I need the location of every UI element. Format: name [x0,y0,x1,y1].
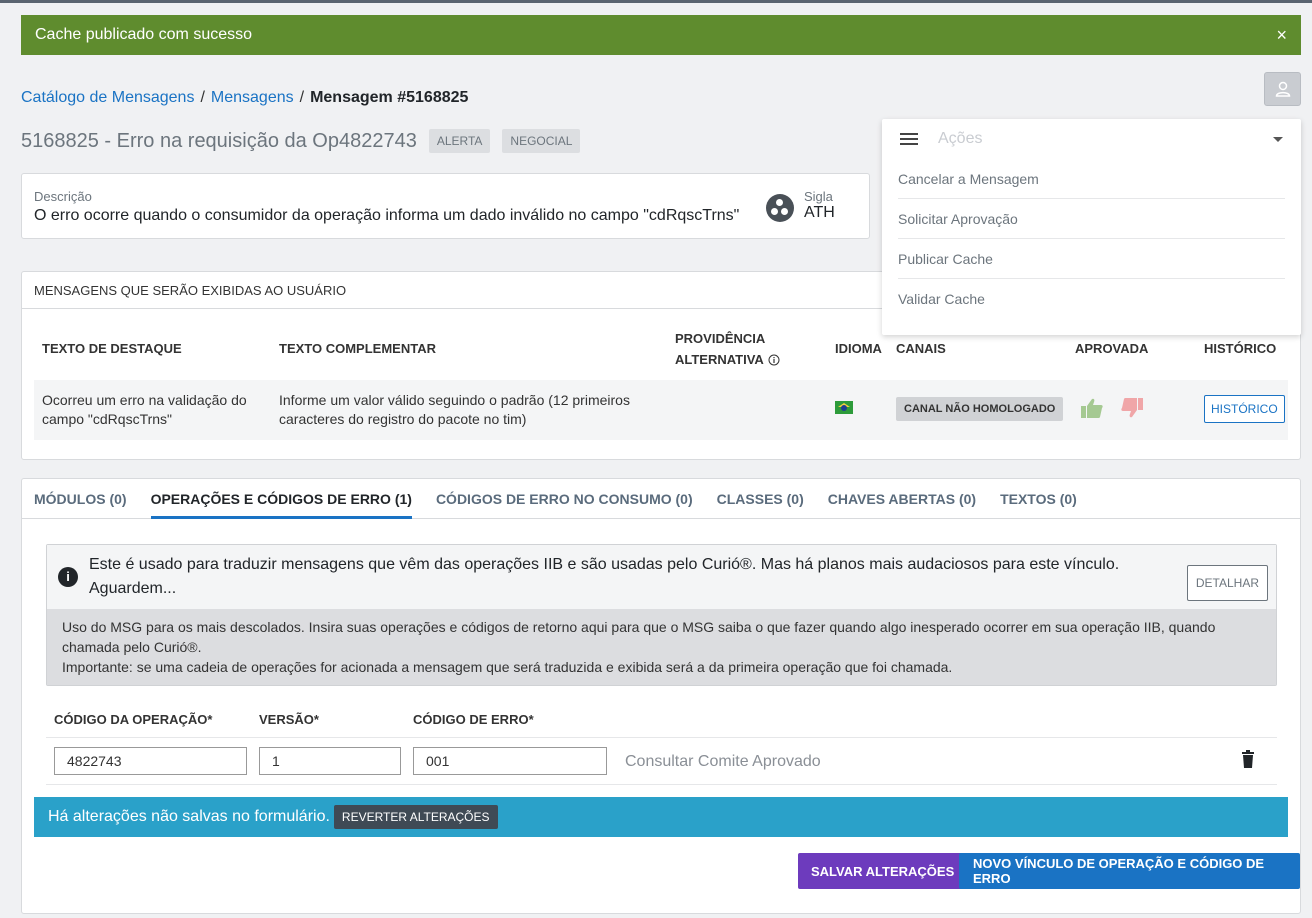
col-providencia-line1: PROVIDÊNCIA [675,331,766,346]
thumbs-down-icon[interactable] [1120,397,1144,419]
cell-destaque-line1: Ocorreu um erro na validação do [42,392,247,408]
cell-complementar-line1: Informe um valor válido seguindo o padrã… [279,392,630,408]
operation-row: 4822743 1 001 Consultar Comite Aprovado [46,737,1277,785]
col-codigo-erro: CÓDIGO DE ERRO* [413,712,534,727]
tab-classes[interactable]: CLASSES (0) [717,479,804,519]
caret-down-icon [1273,136,1283,142]
breadcrumb: Catálogo de Mensagens / Mensagens / Mens… [21,89,468,107]
info-details: Uso do MSG para os mais descolados. Insi… [47,609,1276,685]
unsaved-message: Há alterações não salvas no formulário. [48,808,330,825]
menu-icon [900,133,918,145]
col-canais: CANAIS [896,341,946,356]
page-title-row: 5168825 - Erro na requisição da Op482274… [21,129,581,153]
col-versao: VERSÃO* [259,712,319,727]
breadcrumb-current: Mensagem #5168825 [310,89,469,106]
cell-destaque-line2: campo "cdRqscTrns" [42,411,173,427]
action-cancelar[interactable]: Cancelar a Mensagem [898,159,1285,199]
actions-placeholder: Ações [938,130,983,147]
action-validar-cache[interactable]: Validar Cache [898,279,1285,319]
description-card: Descrição O erro ocorre quando o consumi… [21,173,870,239]
cell-complementar-line2: caracteres do registro do pacote no tim) [279,411,527,427]
actions-dropdown[interactable]: Ações Cancelar a Mensagem Solicitar Apro… [882,119,1301,335]
unsaved-changes-banner: Há alterações não salvas no formulário. … [34,797,1288,837]
page-title: 5168825 - Erro na requisição da Op482274… [21,129,417,152]
canal-badge: CANAL NÃO HOMOLOGADO [896,397,1064,421]
cell-complementar: Informe um valor válido seguindo o padrã… [279,391,630,429]
col-aprovada: APROVADA [1075,341,1149,356]
col-texto-destaque: TEXTO DE DESTAQUE [42,341,182,356]
breadcrumb-catalogo[interactable]: Catálogo de Mensagens [21,89,194,107]
consult-comite-text: Consultar Comite Aprovado [625,753,821,770]
tab-codigos-consumo[interactable]: CÓDIGOS DE ERRO NO CONSUMO (0) [436,479,693,519]
tab-modulos[interactable]: MÓDULOS (0) [34,479,127,519]
brazil-flag-icon [835,401,853,414]
tab-chaves-abertas[interactable]: CHAVES ABERTAS (0) [828,479,976,519]
tabs-card: MÓDULOS (0) OPERAÇÕES E CÓDIGOS DE ERRO … [21,478,1301,914]
info-body-line3: Importante: se uma cadeia de operações f… [62,659,953,675]
close-icon[interactable]: × [1276,25,1287,46]
breadcrumb-separator: / [299,89,305,106]
save-button[interactable]: SALVAR ALTERAÇÕES [798,853,968,889]
action-solicitar-aprovacao[interactable]: Solicitar Aprovação [898,199,1285,239]
info-body-line1: Uso do MSG para os mais descolados. Insi… [62,619,1216,635]
sigla-value: ATH [804,204,835,221]
col-providencia-line2: ALTERNATIVA [675,352,764,367]
info-body-line2: chamada pelo Curió®. [62,639,202,655]
message-row: Ocorreu um erro na validação do campo "c… [34,380,1288,440]
description-label: Descrição [34,189,92,204]
info-line1: Este é usado para traduzir mensagens que… [89,556,1120,573]
breadcrumb-separator: / [200,89,205,106]
thumbs-up-icon[interactable] [1080,397,1104,419]
cell-destaque: Ocorreu um erro na validação do campo "c… [42,391,247,429]
alert-message: Cache publicado com sucesso [35,26,253,43]
top-bar [0,0,1312,3]
info-icon: i [58,567,78,587]
user-button[interactable] [1264,72,1301,106]
tab-operacoes[interactable]: OPERAÇÕES E CÓDIGOS DE ERRO (1) [150,479,412,519]
sigla-label: Sigla [804,189,833,204]
tag-alerta: ALERTA [428,129,491,153]
tag-negocial: NEGOCIAL [502,129,581,153]
col-providencia: PROVIDÊNCIA ALTERNATIVA [675,331,780,367]
info-box: i Este é usado para traduzir mensagens q… [46,544,1277,686]
info-summary: i Este é usado para traduzir mensagens q… [47,545,1276,609]
col-idioma: IDIOMA [835,341,882,356]
actions-dropdown-header[interactable]: Ações [882,119,1301,159]
tab-bar: MÓDULOS (0) OPERAÇÕES E CÓDIGOS DE ERRO … [22,479,1300,519]
info-line2: Aguardem... [89,580,177,597]
info-icon[interactable] [768,354,780,366]
col-texto-complementar: TEXTO COMPLEMENTAR [279,341,436,356]
codigo-erro-input[interactable]: 001 [413,747,607,775]
detalhar-button[interactable]: DETALHAR [1186,565,1268,601]
codigo-operacao-input[interactable]: 4822743 [54,747,247,775]
new-link-button[interactable]: NOVO VÍNCULO DE OPERAÇÃO E CÓDIGO DE ERR… [959,853,1300,889]
versao-input[interactable]: 1 [259,747,401,775]
revert-button[interactable]: REVERTER ALTERAÇÕES [333,805,498,829]
breadcrumb-mensagens[interactable]: Mensagens [211,89,294,107]
success-alert: Cache publicado com sucesso × [21,15,1301,55]
tab-textos[interactable]: TEXTOS (0) [1000,479,1077,519]
sigla-icon [766,193,794,222]
trash-icon[interactable] [1242,750,1254,768]
col-historico: HISTÓRICO [1204,341,1277,356]
historico-button[interactable]: HISTÓRICO [1204,395,1285,423]
description-value: O erro ocorre quando o consumidor da ope… [34,207,740,224]
user-icon [1275,81,1290,97]
col-codigo-operacao: CÓDIGO DA OPERAÇÃO* [54,712,213,727]
sigla-block: Sigla ATH [766,189,835,222]
action-publicar-cache[interactable]: Publicar Cache [898,239,1285,279]
